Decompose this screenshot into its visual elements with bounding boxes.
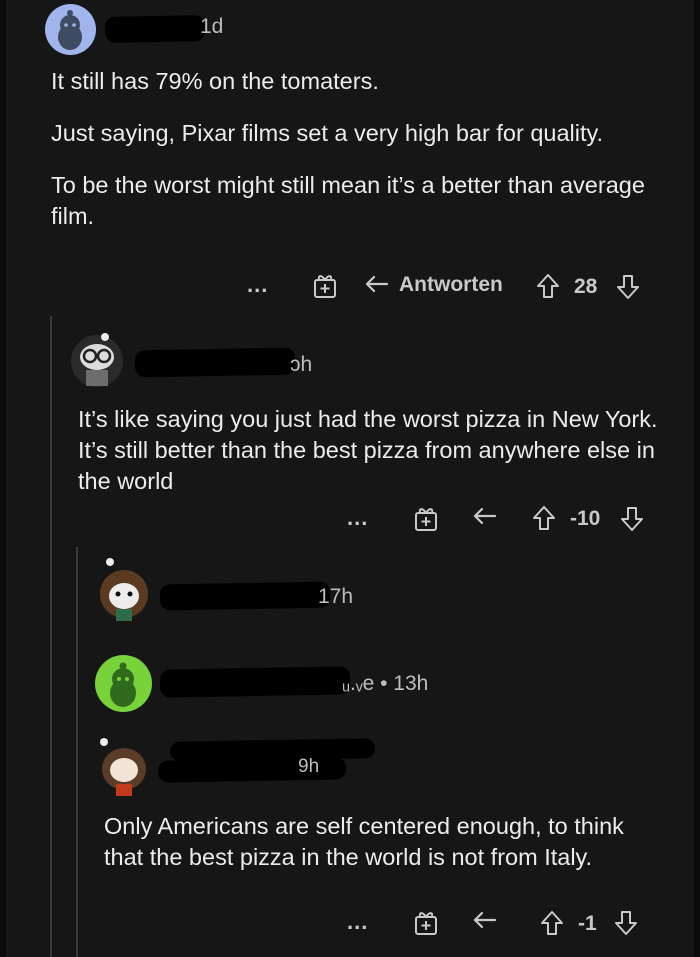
upvote-button[interactable] (536, 273, 560, 299)
reply-button[interactable] (472, 910, 498, 932)
comment-body: Only Americans are self centered enough,… (104, 813, 624, 870)
more-options-button[interactable]: ... (247, 272, 268, 298)
reply-arrow-icon (473, 911, 497, 929)
reply-label: Antworten (399, 273, 503, 296)
comment-age: 1d (200, 15, 224, 38)
downvote-arrow-icon (617, 275, 639, 299)
comment-age: 9h (298, 756, 320, 777)
downvote-arrow-icon (621, 507, 643, 531)
comment-paragraph: It still has 79% on the tomaters. (51, 68, 379, 94)
award-button[interactable] (313, 273, 337, 299)
snoo-dog-avatar-icon (100, 558, 148, 621)
redacted-username (159, 581, 331, 611)
gift-icon (415, 508, 437, 531)
snoo-avatar-icon (58, 10, 82, 50)
comment-age: ɔh (290, 353, 313, 376)
reply-arrow-icon (473, 507, 497, 525)
comment-body: It’s like saying you just had the worst … (78, 406, 658, 494)
reply-arrow-icon (364, 274, 390, 296)
thread-line-level-2[interactable] (76, 547, 78, 957)
upvote-arrow-icon (537, 274, 559, 298)
comment-paragraph: To be the worst might still mean it’s a … (51, 172, 645, 229)
snoo-avatar-icon (110, 662, 136, 707)
downvote-button[interactable] (616, 274, 640, 300)
award-button[interactable] (414, 910, 438, 936)
comment-body: It still has 79% on the tomaters. Just s… (51, 66, 651, 253)
vote-score: 28 (574, 275, 598, 298)
more-options-button[interactable]: ... (347, 909, 368, 935)
downvote-button[interactable] (620, 506, 644, 532)
downvote-arrow-icon (615, 911, 637, 935)
user-avatar[interactable] (96, 736, 152, 798)
user-avatar[interactable] (70, 332, 124, 388)
upvote-arrow-icon (541, 911, 563, 935)
snoo-glasses-avatar-icon (71, 333, 123, 387)
snoo-hair-avatar-icon (100, 738, 146, 796)
user-avatar[interactable] (95, 655, 152, 712)
redacted-username (134, 347, 296, 378)
redacted-username (159, 666, 351, 698)
vote-score: -1 (578, 912, 597, 935)
comment-age: ᵤ.ᵥe • 13h (342, 672, 429, 695)
left-edge (0, 0, 6, 957)
award-button[interactable] (414, 506, 438, 532)
comment-paragraph: Just saying, Pixar films set a very high… (51, 120, 604, 146)
upvote-button[interactable] (540, 910, 564, 936)
comment-age: 17h (318, 585, 354, 608)
thread-line-level-1[interactable] (50, 316, 52, 957)
more-options-button[interactable]: ... (347, 505, 368, 531)
upvote-button[interactable] (532, 505, 556, 531)
reply-button[interactable] (472, 506, 498, 528)
reply-button[interactable]: Antworten (364, 273, 503, 297)
upvote-arrow-icon (533, 506, 555, 530)
downvote-button[interactable] (614, 910, 638, 936)
redacted-username (104, 15, 206, 43)
gift-icon (415, 912, 437, 935)
right-edge (694, 0, 700, 957)
user-avatar[interactable] (45, 4, 96, 55)
user-avatar[interactable] (96, 556, 152, 624)
gift-icon (314, 275, 336, 298)
vote-score: -10 (570, 507, 601, 530)
